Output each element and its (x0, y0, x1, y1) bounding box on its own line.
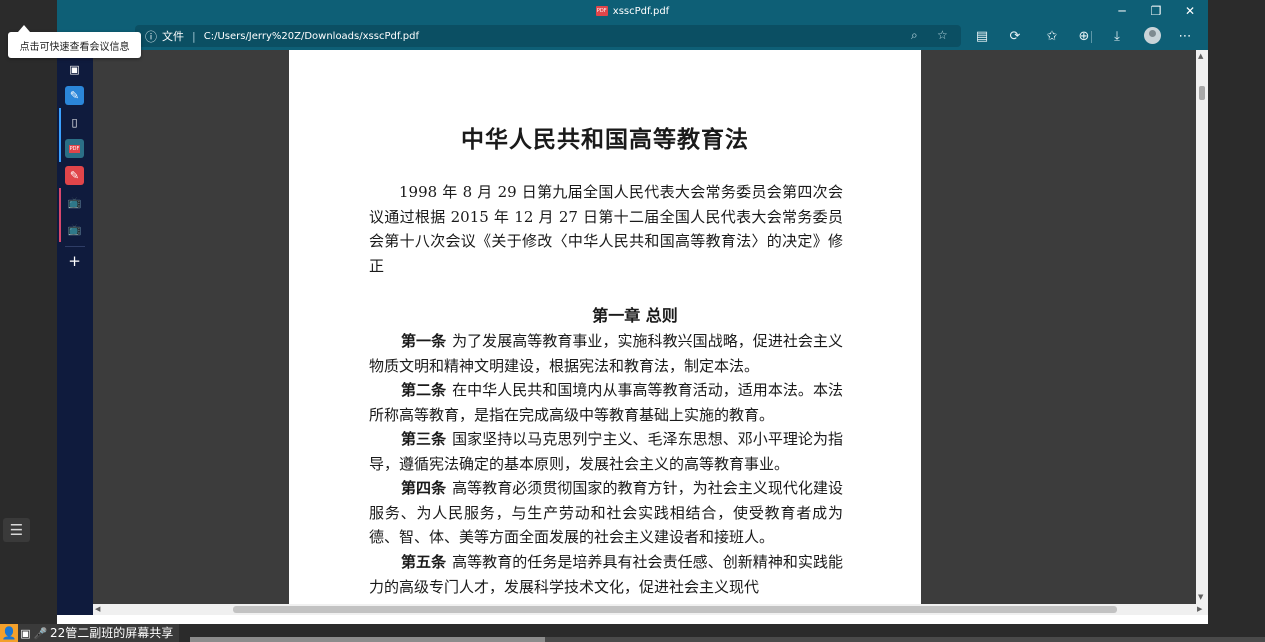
article-paragraph: 第二条 在中华人民共和国境内从事高等教育活动，适用本法。本法所称高等教育，是指在完… (369, 378, 843, 427)
restore-button[interactable]: ❐ (1139, 0, 1173, 22)
document-title: 中华人民共和国高等教育法 (461, 126, 749, 153)
scroll-down-icon[interactable]: ▼ (1198, 593, 1203, 601)
article-paragraph: 第四条 高等教育必须贯彻国家的教育方针，为社会主义现代化建设服务、为人民服务，与生… (369, 476, 843, 550)
sidebar-bilibili-icon[interactable]: 📺 (65, 193, 84, 212)
more-menu-icon[interactable]: ⋯ (1175, 26, 1195, 46)
microphone-icon[interactable]: 🎤 (33, 624, 48, 642)
close-button[interactable]: ✕ (1173, 0, 1207, 22)
scroll-left-icon[interactable]: ◀ (95, 604, 100, 615)
sidebar-app-edit-icon[interactable]: ✎ (65, 86, 84, 105)
preamble-paragraph: 1998 年 8 月 29 日第九届全国人民代表大会常务委员会第四次会议通过根据… (369, 183, 843, 276)
add-sidebar-app-icon[interactable]: + (65, 251, 84, 270)
zoom-icon[interactable]: ⌕ (911, 28, 918, 43)
vertical-scroll-thumb[interactable] (1199, 86, 1205, 100)
article-number: 第四条 (401, 479, 447, 497)
article-paragraph: 第五条 高等教育的任务是培养具有社会责任感、创新精神和实践能力的高级专门人才，发展… (369, 550, 843, 599)
close-icon: ✕ (1184, 4, 1196, 18)
sidebar-app-pen-icon[interactable]: ✎ (65, 166, 84, 185)
sidebar-page-icon[interactable]: ▯ (65, 113, 84, 132)
article-number: 第二条 (401, 381, 447, 399)
vertical-scrollbar[interactable]: ▲ ▼ (1196, 50, 1208, 604)
horizontal-scrollbar[interactable]: ◀ ▶ (93, 604, 1208, 615)
list-menu-icon[interactable]: ☰ (3, 518, 30, 542)
restore-icon: ❐ (1150, 4, 1162, 18)
screen-share-indicator[interactable]: 👤 ▣ 🎤 22管二副班的屏幕共享 (0, 624, 180, 642)
scheme-divider: | (192, 29, 196, 43)
title-bar: PDF xsscPdf.pdf (57, 0, 1208, 22)
meeting-progress-fill (190, 637, 545, 642)
horizontal-scroll-thumb[interactable] (233, 606, 1117, 613)
add-favorite-icon[interactable]: ☆ (937, 28, 948, 42)
screen-share-icon: ▣ (18, 624, 33, 642)
person-icon: 👤 (0, 624, 18, 642)
window-title: xsscPdf.pdf (612, 5, 670, 17)
minimize-icon: ─ (1118, 4, 1126, 18)
article-paragraph: 第三条 国家坚持以马克思列宁主义、毛泽东思想、邓小平理论为指导，遵循宪法确定的基本… (369, 427, 843, 476)
screen-share-label: 22管二副班的屏幕共享 (48, 624, 180, 642)
minimize-button[interactable]: ─ (1105, 0, 1139, 22)
edge-sidebar: ▣ ✎ ▯ PDF ✎ 📺 📺 + (57, 50, 93, 624)
scheme-label: 文件 (162, 30, 184, 43)
profile-avatar[interactable] (1144, 27, 1161, 44)
scroll-up-icon[interactable]: ▲ (1198, 52, 1203, 60)
extensions-icon[interactable]: ⟳ (1005, 26, 1025, 46)
url-text: C:/Users/Jerry%20Z/Downloads/xsscPdf.pdf (203, 30, 420, 42)
favorites-icon[interactable]: ✩ (1042, 26, 1062, 46)
article-number: 第五条 (401, 553, 447, 571)
address-bar: ⓘ 文件 | C:/Users/Jerry%20Z/Downloads/xssc… (57, 22, 1208, 50)
window-bottom-edge (57, 615, 1208, 624)
article-number: 第一条 (401, 332, 447, 350)
tab-actions-icon[interactable]: ▣ (65, 60, 84, 79)
info-icon[interactable]: ⓘ (145, 28, 159, 45)
chapter-heading: 第一章 总则 (592, 306, 678, 325)
article-number: 第三条 (401, 430, 447, 448)
sidebar-pdf-tab-icon[interactable]: PDF (65, 139, 84, 158)
sidebar-group-indicator-2 (59, 188, 61, 242)
meeting-right-panel (1208, 0, 1265, 624)
read-aloud-icon[interactable]: ▤ (972, 26, 992, 46)
article-paragraph: 第一条 为了发展高等教育事业，实施科教兴国战略，促进社会主义物质文明和精神文明建设… (369, 329, 843, 378)
url-input[interactable]: ⓘ 文件 | C:/Users/Jerry%20Z/Downloads/xssc… (135, 25, 961, 47)
sidebar-divider (65, 246, 85, 247)
meeting-info-tooltip[interactable]: 点击可快速查看会议信息 (8, 25, 141, 58)
sidebar-group-indicator (59, 108, 61, 162)
downloads-icon[interactable]: ⤓ (1107, 26, 1127, 46)
toolbar-divider (1091, 31, 1092, 43)
previous-page-fragment: ▔▔▔▔▔▔▔▔▔▔▔▔▔▔▔ (439, 50, 589, 56)
pdf-file-icon: PDF (595, 6, 608, 16)
sidebar-bilibili-icon-2[interactable]: 📺 (65, 220, 84, 239)
scroll-right-icon[interactable]: ▶ (1197, 604, 1202, 615)
pdf-page: ▔▔▔▔▔▔▔▔▔▔▔▔▔▔▔ 中华人民共和国高等教育法 1998 年 8 月 … (289, 50, 921, 604)
